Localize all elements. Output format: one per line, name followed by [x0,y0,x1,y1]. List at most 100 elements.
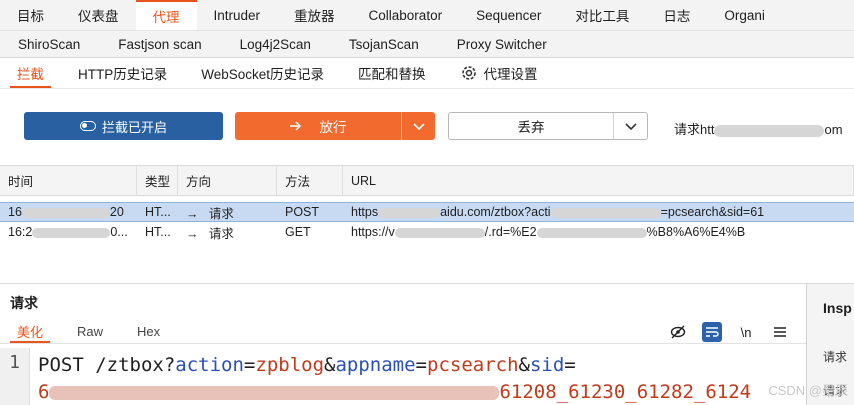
subtab-proxy-settings[interactable]: 代理设置 [443,58,555,88]
tab-sequencer[interactable]: Sequencer [459,0,558,30]
column-header-direction[interactable]: 方向 [178,166,277,195]
tab-dashboard[interactable]: 仪表盘 [61,0,136,30]
code-equals: = [243,354,256,376]
column-header-method[interactable]: 方法 [277,166,343,195]
inspector-row[interactable]: 请求 [823,348,847,365]
code-param-key: sid [529,354,565,376]
cell-url: https aidu.com/ztbox?acti =pcsearch&sid=61 [343,205,854,219]
tab-target[interactable]: 目标 [0,0,61,30]
redacted-host [714,124,825,137]
newline-toggle-icon[interactable]: \n [736,322,756,342]
redacted-time [21,207,110,218]
code-amp: & [324,354,336,376]
tab-fastjson-scan[interactable]: Fastjson scan [100,31,221,57]
inspector-title: Insp [823,300,852,316]
cell-time: 16:2 0... [0,225,137,239]
cell-url-a: https [351,205,379,219]
menu-icon[interactable] [770,322,790,342]
subtab-proxy-settings-label: 代理设置 [483,67,538,82]
redacted-code [49,385,500,400]
cell-direction-label: 请求 [208,226,234,241]
chevron-down-icon [624,119,637,134]
request-code: POST /ztbox?action=zpblog&appname=pcsear… [38,352,751,405]
tab-raw[interactable]: Raw [60,320,120,343]
code-line2-end: 61208_61230_61282_6124 [499,381,752,403]
code-line-1: POST /ztbox?action=zpblog&appname=pcsear… [38,352,751,379]
tab-collaborator[interactable]: Collaborator [352,0,460,30]
cell-url-b: /.rd=%E2 [484,225,537,239]
cell-type: HT... [145,225,171,239]
tab-log4j2scan[interactable]: Log4j2Scan [222,31,331,57]
word-wrap-icon[interactable] [702,322,722,342]
tab-proxy[interactable]: 代理 [135,0,197,30]
column-header-time[interactable]: 时间 [0,166,137,195]
editor-toolbar: \n [668,322,790,342]
arrow-right-icon: → [186,226,199,241]
tab-comparer[interactable]: 对比工具 [558,0,646,30]
code-param-value: pcsearch [427,354,519,376]
arrow-right-icon: → [186,206,199,221]
tab-proxy-switcher[interactable]: Proxy Switcher [439,31,567,57]
cell-time-tail: 0... [110,225,128,239]
drop-label[interactable]: 丢弃 [449,116,613,136]
arrow-right-icon [289,119,302,134]
redacted-url [394,227,485,238]
request-info-prefix: 请求htt [674,122,715,137]
proxy-subtab-bar: 拦截 HTTP历史记录 WebSocket历史记录 匹配和替换 代理设置 [0,58,854,89]
cell-time-head: 16:2 [8,225,33,239]
cell-direction: → 请求 [178,203,277,222]
cell-url: https://v /.rd=%E2 %B8%A6%E4%B [343,225,854,239]
request-editor[interactable]: 1 POST /ztbox?action=zpblog&appname=pcse… [0,348,806,405]
drop-button[interactable]: 丢弃 [448,112,648,140]
table-row[interactable]: 16:2 0... HT... → 请求 GET https://v /.rd=%E… [0,222,854,242]
cell-time-head: 16 [8,205,22,219]
cell-time-tail: 20 [109,205,124,219]
redacted-time [32,227,111,238]
code-param-key: action [175,354,244,376]
subtab-intercept[interactable]: 拦截 [0,58,61,88]
cell-method: GET [285,225,311,239]
column-header-type[interactable]: 类型 [137,166,178,195]
code-path: /ztbox? [95,354,176,376]
forward-button[interactable]: 放行 [235,112,435,140]
tab-logger[interactable]: 日志 [646,0,707,30]
table-row[interactable]: 16 20 HT... → 请求 POST https aidu.com/ztbox… [0,202,854,222]
cell-type: HT... [145,205,171,219]
watermark: CSDN @星辰 [768,383,848,398]
forward-dropdown[interactable] [401,112,435,140]
toggle-icon [79,121,96,131]
column-header-url[interactable]: URL [343,166,854,195]
tab-shiroscan[interactable]: ShiroScan [0,31,100,57]
code-method: POST [38,354,96,376]
subtab-http-history[interactable]: HTTP历史记录 [61,58,184,88]
cell-url-c: %B8%A6%E4%B [646,225,746,239]
intercept-queue-table: 时间 类型 方向 方法 URL 16 20 HT... → 请求 POST htt… [0,165,854,268]
subtab-websocket-history[interactable]: WebSocket历史记录 [184,58,341,88]
cell-url-a: https://v [351,225,395,239]
cell-url-c: =pcsearch&sid=61 [660,205,765,219]
tab-organizer[interactable]: Organi [707,0,782,30]
forward-main[interactable]: 放行 [235,112,401,140]
intercept-toggle-label: 拦截已开启 [101,119,167,135]
drop-dropdown[interactable] [613,113,647,139]
code-param-key: appname [335,354,416,376]
request-target-info: 请求htt om [674,119,843,138]
gear-icon [460,64,478,82]
cell-method: POST [285,205,320,219]
tab-repeater[interactable]: 重放器 [277,0,352,30]
line-number: 1 [0,348,30,405]
subtab-match-replace[interactable]: 匹配和替换 [341,58,443,88]
forward-label: 放行 [319,120,347,135]
tab-tsojanscan[interactable]: TsojanScan [331,31,439,57]
request-pane-title: 请求 [10,295,38,311]
hide-eye-icon[interactable] [668,322,688,342]
tab-hex[interactable]: Hex [120,320,177,343]
tab-pretty[interactable]: 美化 [0,320,60,343]
code-equals: = [564,354,576,376]
redacted-url [536,227,647,238]
intercept-toggle-button[interactable]: 拦截已开启 [24,112,223,140]
table-header: 时间 类型 方向 方法 URL [0,166,854,196]
cell-direction-label: 请求 [208,206,234,221]
extension-tab-bar: ShiroScan Fastjson scan Log4j2Scan Tsoja… [0,31,854,58]
tab-intruder[interactable]: Intruder [197,0,278,30]
